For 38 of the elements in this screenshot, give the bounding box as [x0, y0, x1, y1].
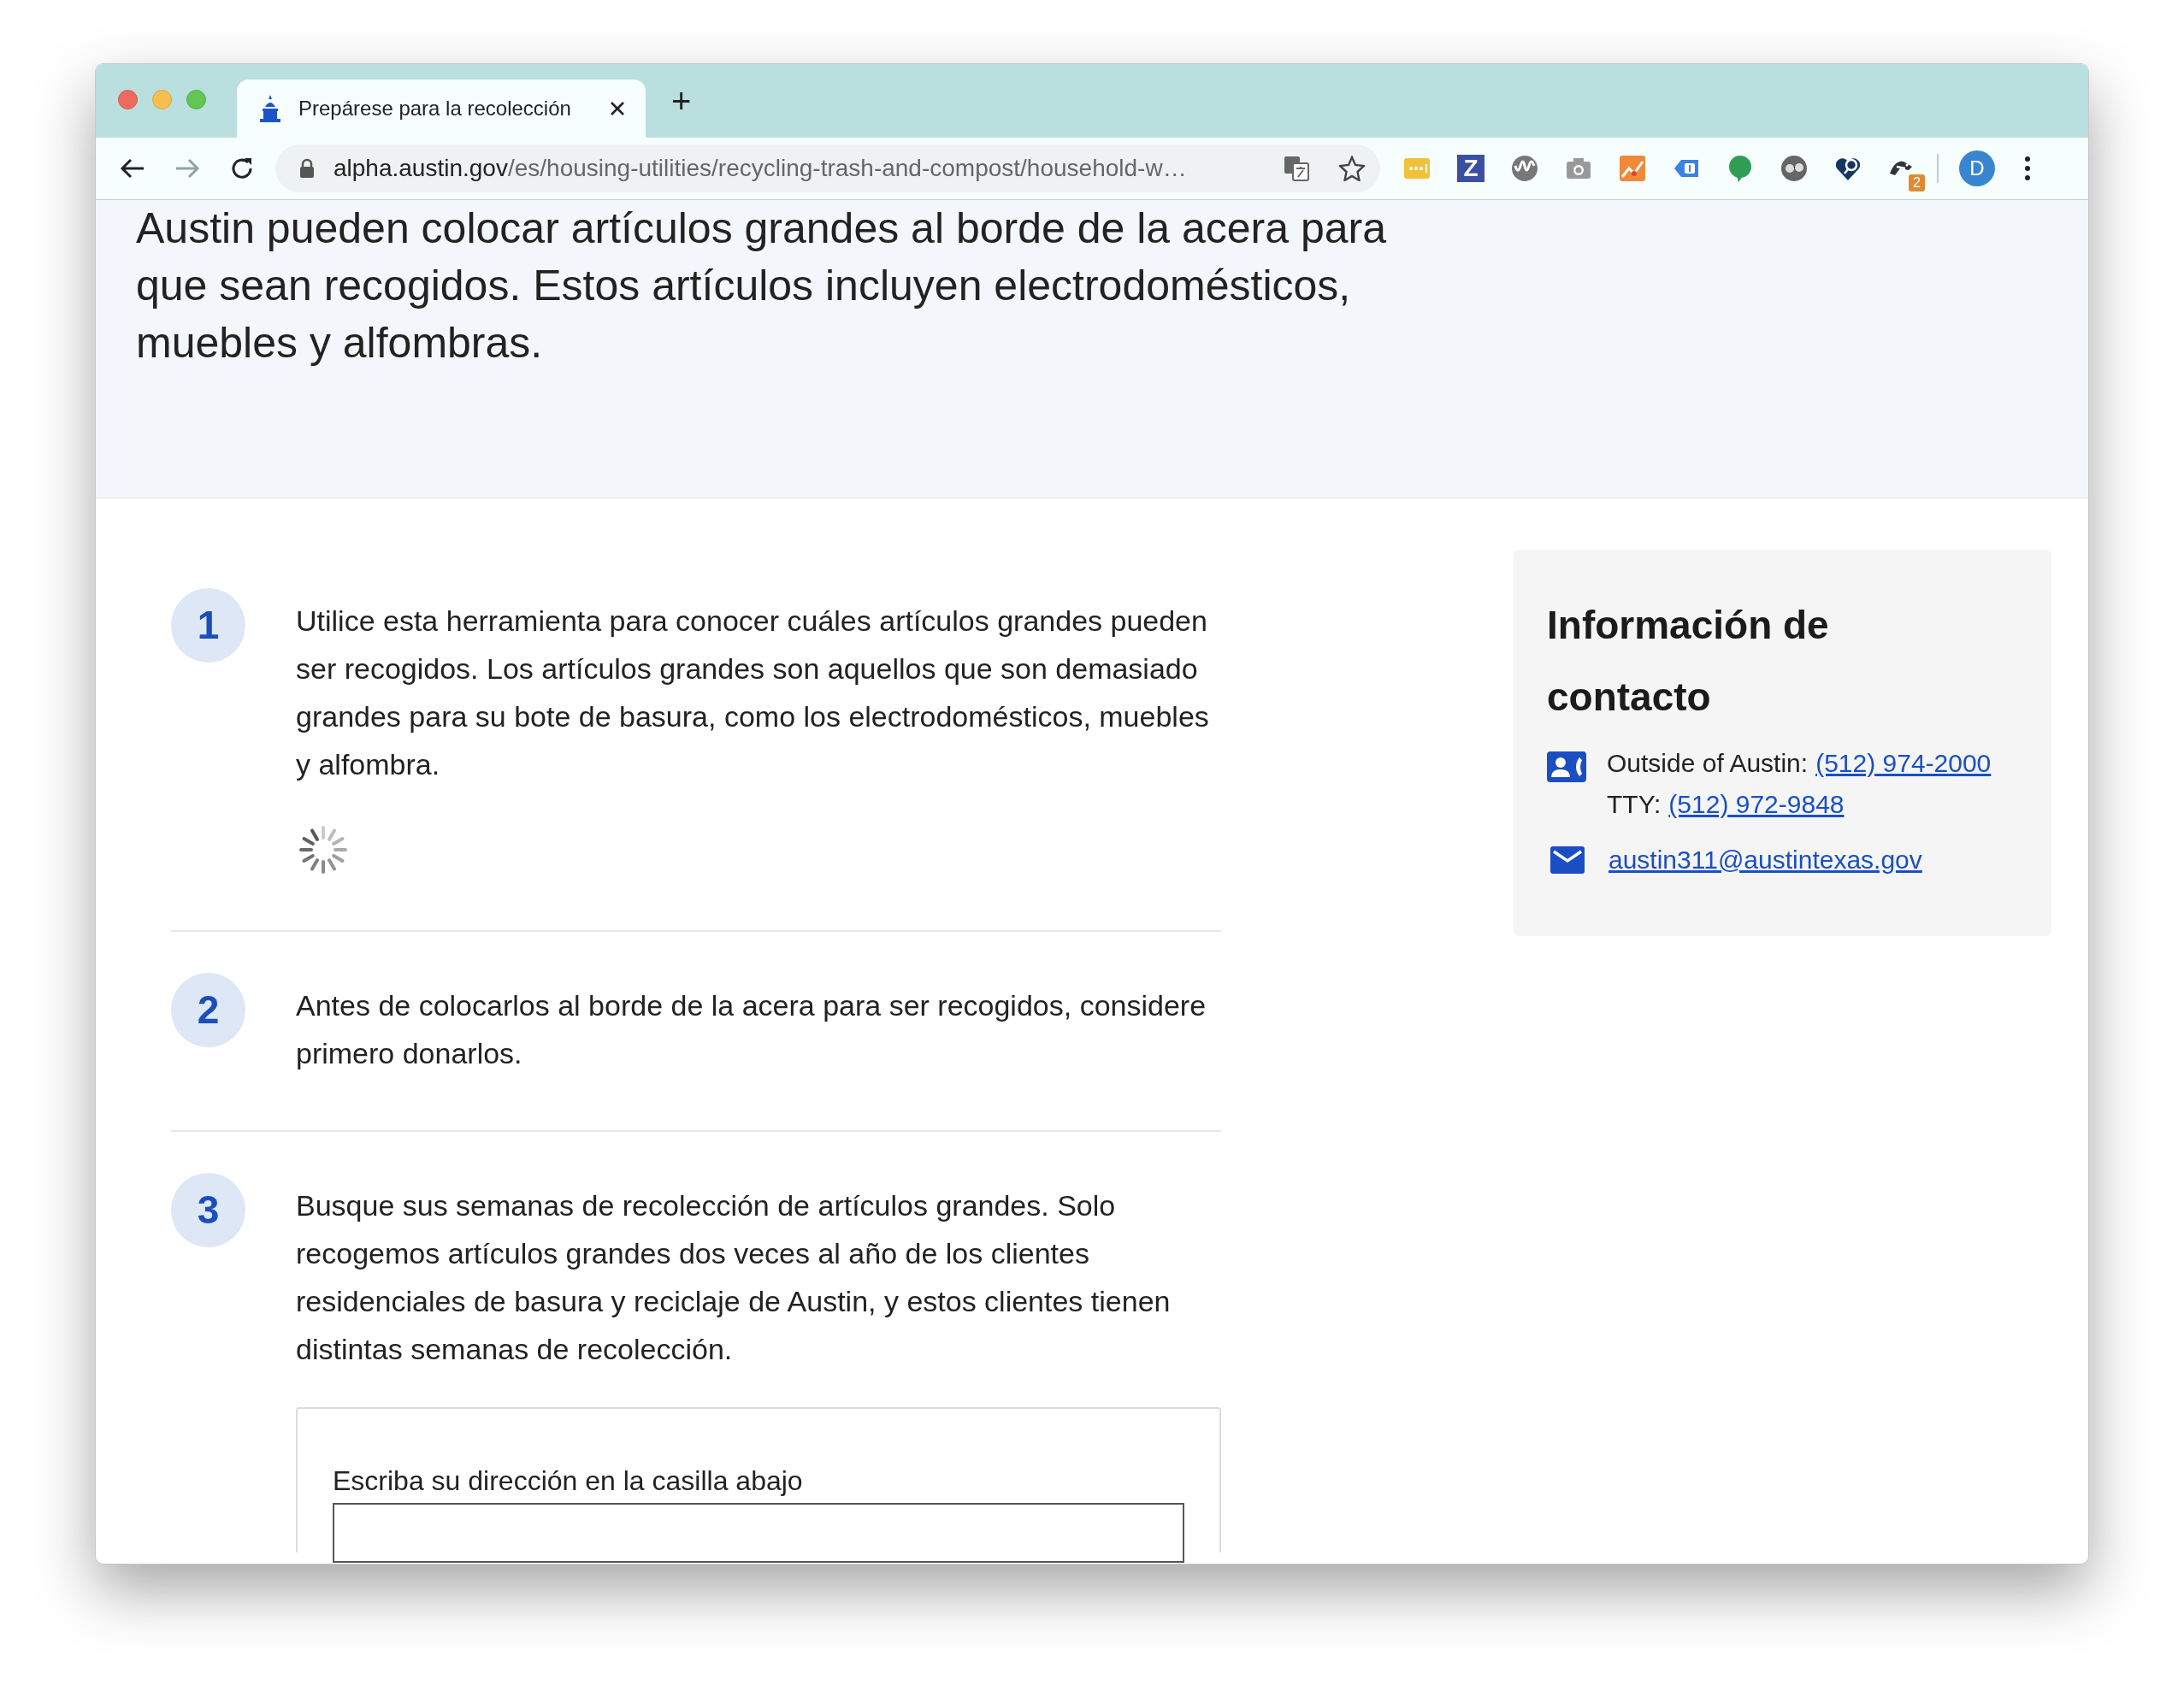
- glasses-icon[interactable]: [1780, 155, 1808, 182]
- close-icon[interactable]: [610, 101, 625, 116]
- browser-tab[interactable]: Prepárese para la recolección: [237, 80, 646, 138]
- translate-icon[interactable]: [1283, 155, 1310, 182]
- step-text: Busque sus semanas de recolección de artículos grandes. Solo recogemos artículos grandes dos veces al año de los clientes residenciales de basura y reciclaje de Austin, y estos clientes tienen distintas semanas de recolección.: [296, 1188, 1172, 1367]
- contact-heading: Información de contacto: [1547, 602, 1830, 721]
- new-tab-button[interactable]: +: [671, 84, 692, 118]
- address-label: Escriba su dirección en la casilla abajo: [333, 1464, 804, 1498]
- step-number: 1: [171, 588, 245, 663]
- lock-icon: [299, 158, 315, 179]
- step-text: Utilice esta herramienta para conocer cuáles artículos grandes pueden ser recogidos. Los artículos grandes son aquellos que son demasiado grandes para su bote de basura, como los electrodomésticos, muebles y alfombra.: [296, 604, 1210, 782]
- phone-label: TTY:: [1607, 789, 1662, 820]
- phone-link[interactable]: (512) 974-2000: [1815, 743, 1992, 784]
- phone-link[interactable]: (512) 972-9848: [1668, 784, 1845, 825]
- wave-icon[interactable]: [1511, 155, 1538, 182]
- address-bar[interactable]: alpha.austin.gov/es/housing-utilities/recycling-trash-and-compost/household-w…: [275, 144, 1380, 192]
- close-window-icon[interactable]: [118, 90, 138, 109]
- url-text: alpha.austin.gov/es/housing-utilities/recycling-trash-and-compost/household-w…: [334, 154, 1188, 183]
- step-text: Antes de colocarlos al borde de la acera para ser recogidos, considere primero donarlos.: [296, 988, 1207, 1071]
- email-icon: [1550, 846, 1585, 874]
- intro-paragraph: Austin pueden colocar artículos grandes al borde de la acera para que sean recogidos. Estos artículos incluyen electrodomésticos, muebles y alfombras.: [136, 203, 1388, 368]
- tab-title: Prepárese para la recolección: [298, 96, 572, 121]
- step-number: 3: [171, 1173, 245, 1247]
- profile-avatar[interactable]: D: [1959, 150, 1995, 186]
- step-number: 2: [171, 973, 245, 1047]
- back-icon[interactable]: [120, 157, 145, 180]
- chart-icon[interactable]: [1619, 155, 1646, 182]
- email-link[interactable]: austin311@austintexas.gov: [1608, 840, 1922, 879]
- letter-logo-icon[interactable]: Z: [1457, 155, 1485, 182]
- menu-icon[interactable]: [2024, 156, 2031, 181]
- phone-label: Outside of Austin:: [1607, 748, 1809, 779]
- address-input[interactable]: [333, 1503, 1184, 1563]
- contact-phone-icon: [1547, 751, 1586, 782]
- star-icon[interactable]: [1339, 156, 1365, 181]
- forward-icon[interactable]: [174, 157, 200, 180]
- extension-badge: 2: [1909, 174, 1925, 191]
- capitol-dome-icon: [257, 95, 283, 122]
- chat-bubble-icon[interactable]: [1727, 155, 1754, 182]
